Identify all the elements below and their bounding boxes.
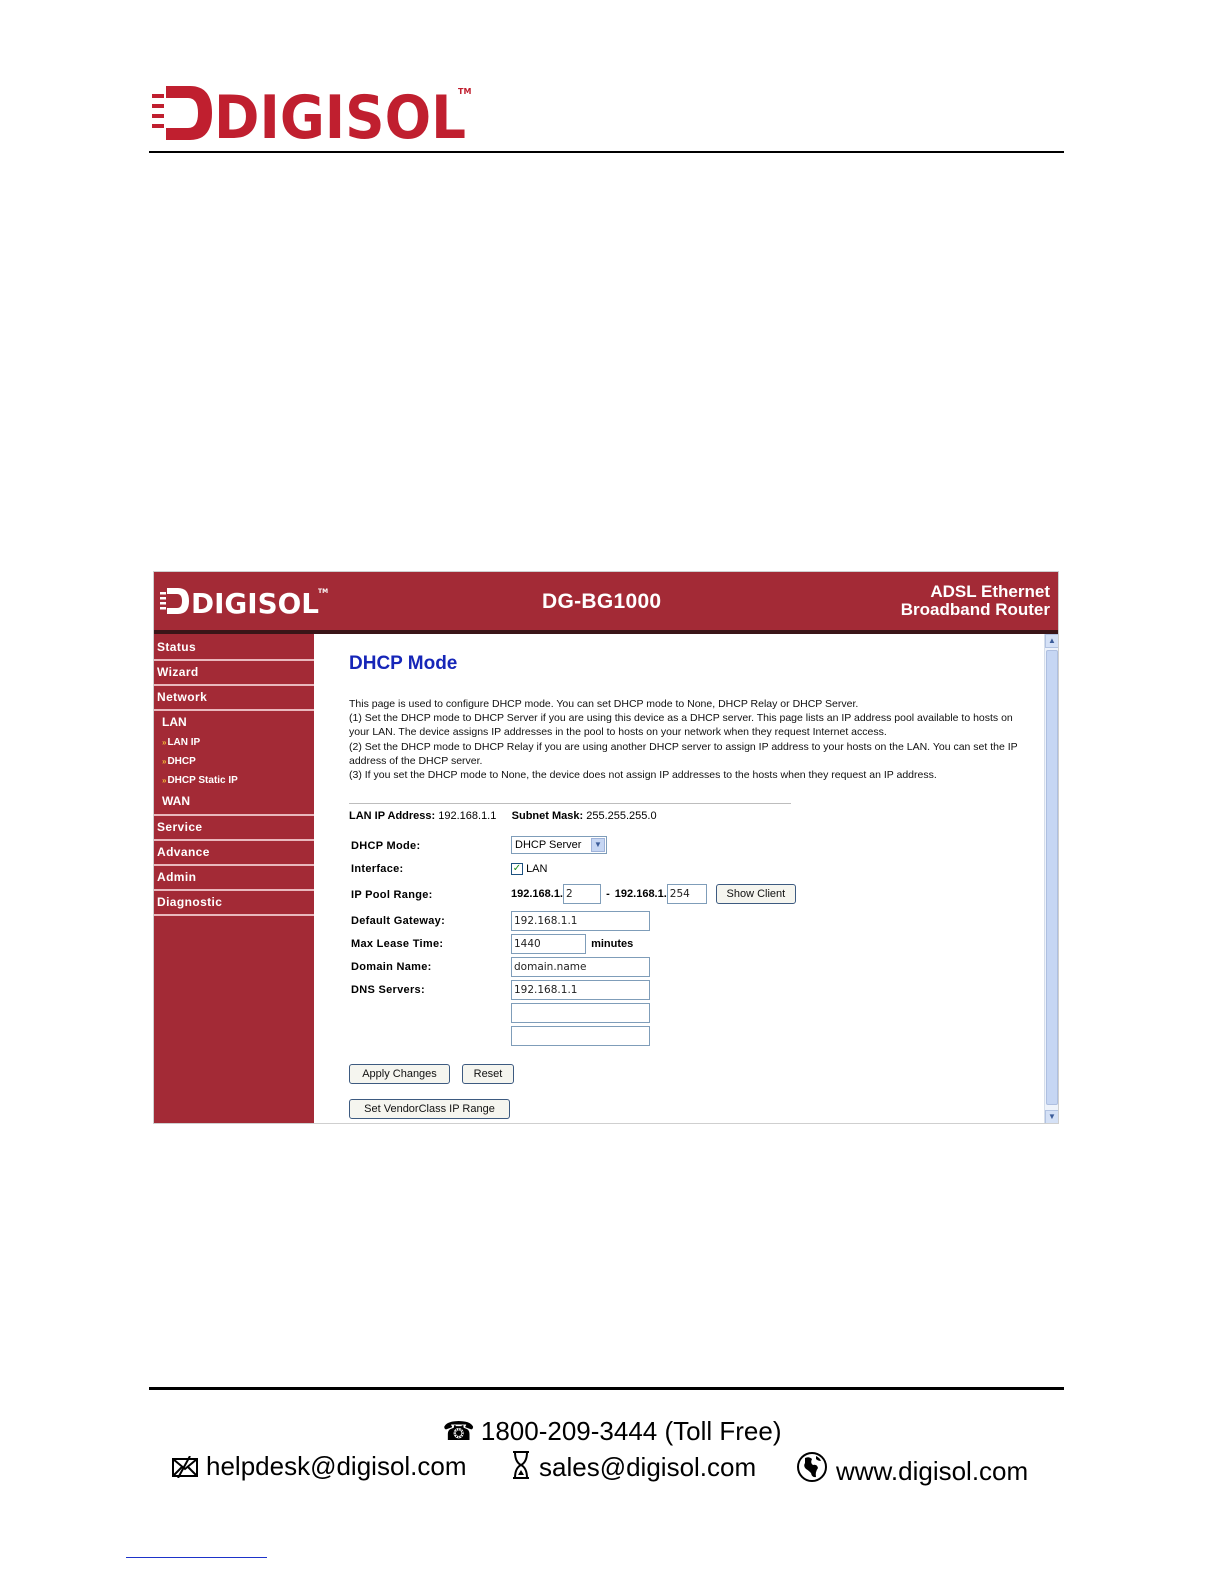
scroll-thumb[interactable] [1046,650,1058,1105]
lan-info: LAN IP Address: 192.168.1.1 Subnet Mask:… [349,810,657,822]
router-screenshot: DIGISOL TM DG-BG1000 ADSL Ethernet Broad… [153,571,1059,1124]
sales-contact: sales@digisol.com [511,1451,756,1486]
pool-end-input[interactable]: 254 [666,884,707,905]
page-title: DHCP Mode [349,653,458,674]
dhcp-mode-select[interactable]: DHCP Server ▼ [511,836,607,854]
hourglass-icon [511,1451,531,1486]
chevron-down-icon: ▼ [591,838,605,852]
sidebar-item-service[interactable]: Service [154,816,314,841]
sidebar: Status Wizard Network LAN »LAN IP »DHCP … [154,634,314,1123]
sidebar-item-lan[interactable]: LAN [154,711,314,733]
phone-icon: ☎ [442,1416,475,1446]
pool-start-input[interactable]: 2 [563,884,601,905]
domain-name-input[interactable]: domain.name [511,957,650,977]
sidebar-item-diagnostic[interactable]: Diagnostic [154,891,314,916]
apply-changes-button[interactable]: Apply Changes [349,1064,450,1084]
reset-button[interactable]: Reset [462,1064,514,1084]
header-rule [149,151,1064,153]
lease-time-input[interactable]: 1440 [511,934,586,954]
router-tagline: ADSL Ethernet Broadband Router [900,582,1050,619]
globe-icon [796,1451,828,1490]
envelope-icon [172,1454,198,1485]
svg-text:TM: TM [318,588,328,595]
lan-checkbox[interactable]: ✓ [511,863,523,876]
svg-text:DIGISOL: DIGISOL [214,83,466,144]
svg-text:DIGISOL: DIGISOL [191,587,319,616]
link-underline [126,1557,267,1558]
router-banner: DIGISOL TM DG-BG1000 ADSL Ethernet Broad… [154,572,1058,632]
network-submenu: LAN »LAN IP »DHCP »DHCP Static IP WAN [154,711,314,816]
email-contact: helpdesk@digisol.com [172,1451,467,1485]
dns2-input[interactable] [511,1003,650,1023]
dns3-input[interactable] [511,1026,650,1046]
website-contact: www.digisol.com [796,1451,1028,1490]
sidebar-link-lan-ip[interactable]: »LAN IP [154,733,314,752]
scroll-up-icon[interactable]: ▲ [1045,634,1058,648]
section-divider [349,803,791,804]
arrow-icon: » [162,738,167,747]
sidebar-item-advance[interactable]: Advance [154,841,314,866]
vertical-scrollbar[interactable]: ▲ ▼ [1044,634,1058,1123]
phone-line: ☎ 1800-209-3444 (Toll Free) [442,1416,782,1446]
main-content: DHCP Mode This page is used to configure… [349,634,1039,1123]
page-description: This page is used to configure DHCP mode… [349,698,1018,782]
gateway-input[interactable]: 192.168.1.1 [511,911,650,931]
show-client-button[interactable]: Show Client [715,884,796,904]
sidebar-item-wan[interactable]: WAN [154,790,314,812]
sidebar-item-network[interactable]: Network [154,686,314,711]
sidebar-link-dhcp-static-ip[interactable]: »DHCP Static IP [154,771,314,790]
scroll-down-icon[interactable]: ▼ [1045,1110,1058,1123]
arrow-icon: » [162,757,167,766]
sidebar-item-admin[interactable]: Admin [154,866,314,891]
router-model: DG-BG1000 [542,590,662,613]
svg-text:TM: TM [458,87,471,96]
sidebar-item-status[interactable]: Status [154,636,314,661]
sidebar-item-wizard[interactable]: Wizard [154,661,314,686]
arrow-icon: » [162,776,167,785]
set-vendorclass-button[interactable]: Set VendorClass IP Range [349,1099,510,1119]
footer-rule [149,1387,1064,1390]
sidebar-link-dhcp[interactable]: »DHCP [154,752,314,771]
dns1-input[interactable]: 192.168.1.1 [511,980,650,1000]
banner-logo: DIGISOL TM [160,586,330,620]
digisol-logo: DIGISOL TM [152,82,482,153]
